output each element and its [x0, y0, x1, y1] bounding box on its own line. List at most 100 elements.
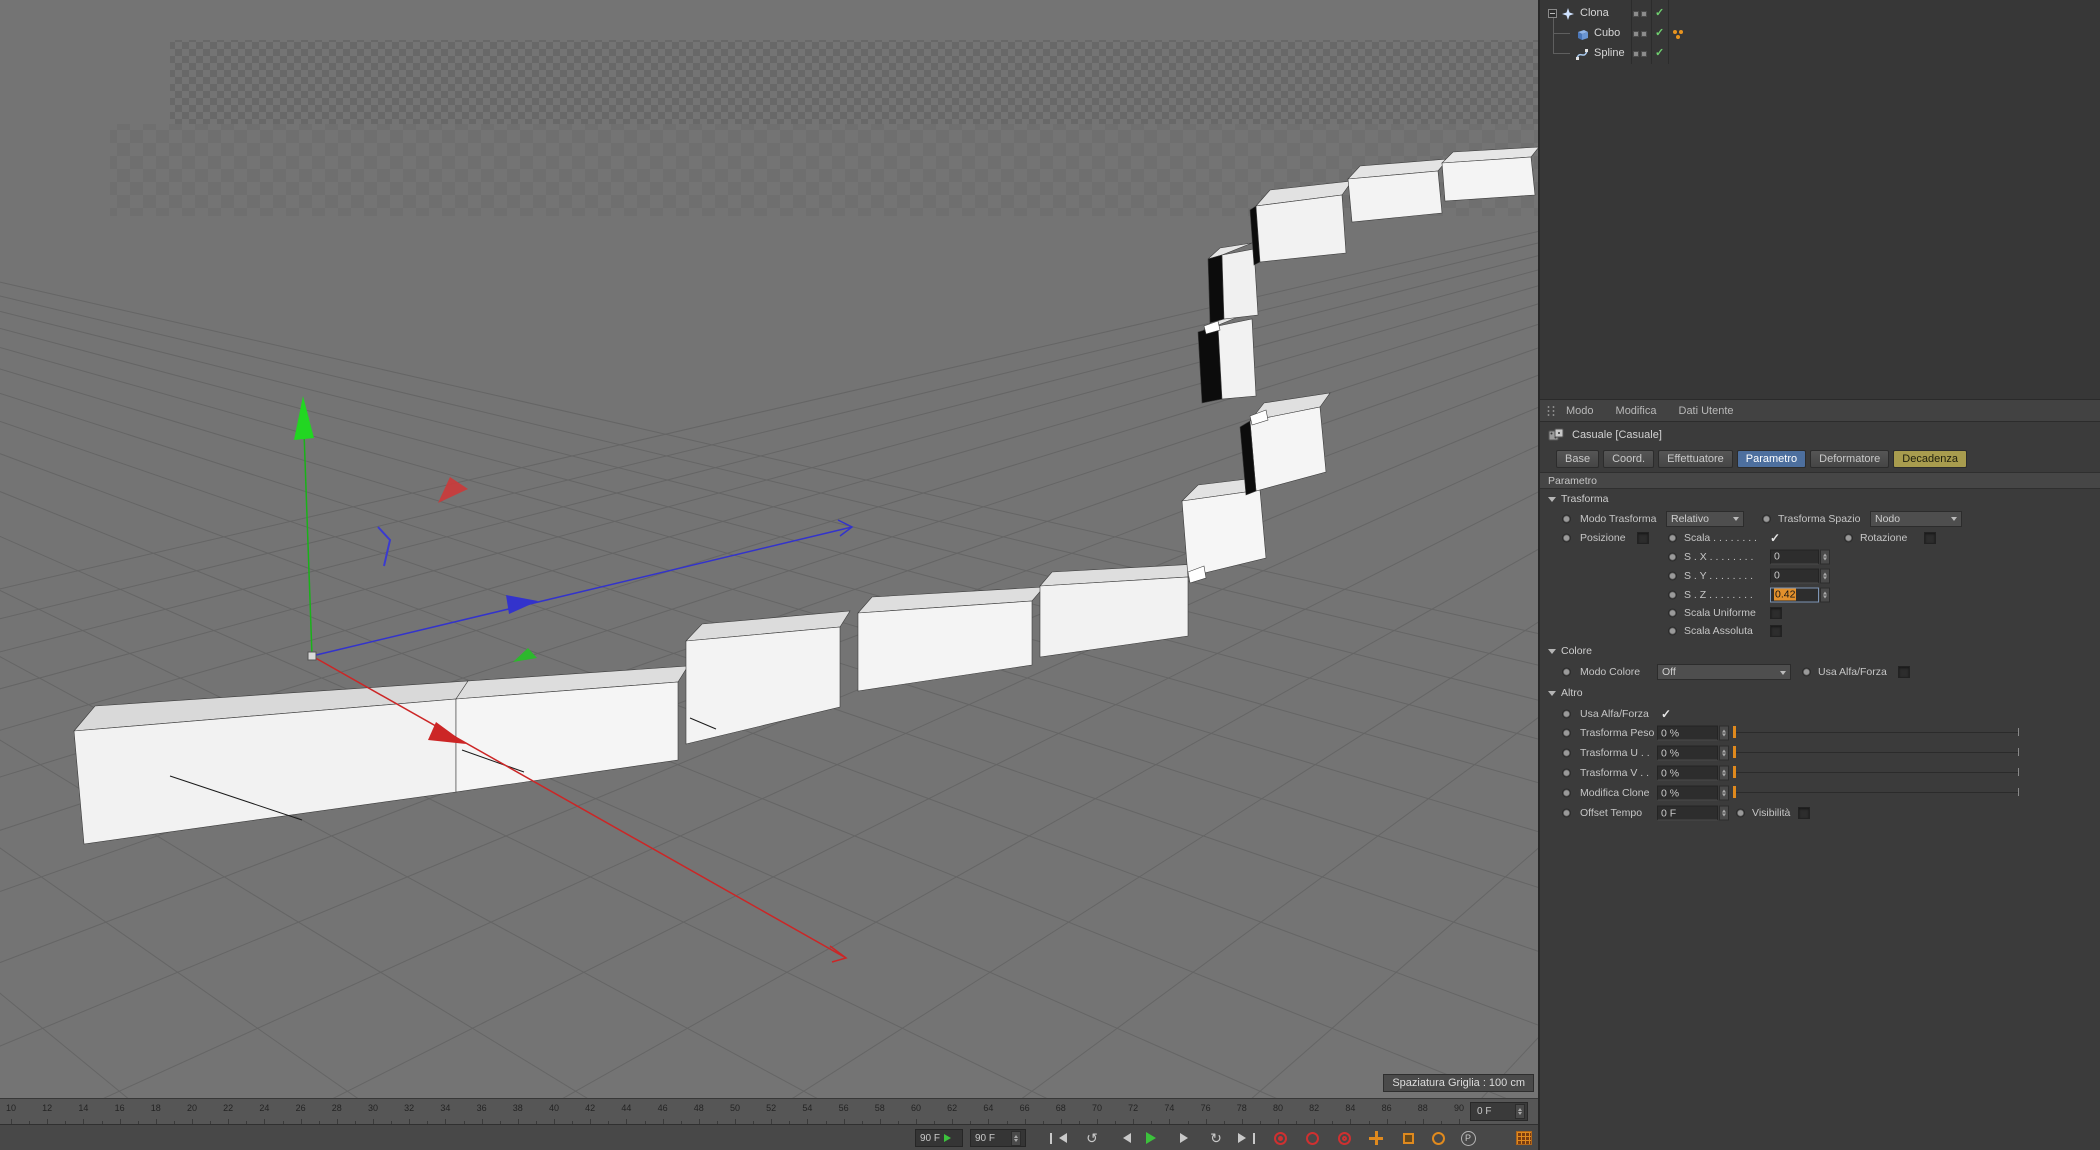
group-altro[interactable]: Altro	[1540, 682, 2100, 704]
anim-dot-icon[interactable]	[1668, 571, 1677, 580]
trasforma-v-stepper[interactable]	[1719, 766, 1729, 781]
enable-check-icon[interactable]: ✓	[1655, 46, 1664, 59]
goto-end-button[interactable]	[1232, 1128, 1260, 1148]
trasforma-u-field[interactable]: 0 %	[1657, 746, 1718, 761]
group-trasforma[interactable]: Trasforma	[1540, 489, 2100, 509]
anim-dot-icon[interactable]	[1562, 749, 1571, 758]
anim-dot-icon[interactable]	[1668, 552, 1677, 561]
sy-stepper[interactable]	[1820, 568, 1830, 583]
record-keyframe-button[interactable]	[1266, 1128, 1294, 1148]
anim-dot-icon[interactable]	[1668, 609, 1677, 618]
rotazione-checkbox[interactable]	[1924, 532, 1936, 544]
sy-field[interactable]: 0	[1770, 568, 1819, 583]
ruler-frame-stepper[interactable]	[1515, 1104, 1525, 1119]
scala-assoluta-checkbox[interactable]	[1770, 625, 1782, 637]
trasforma-spazio-dropdown[interactable]: Nodo	[1870, 511, 1962, 527]
panel-grip-icon[interactable]	[1546, 405, 1556, 417]
object-label[interactable]: Clona	[1580, 7, 1609, 19]
modifica-clone-stepper[interactable]	[1719, 786, 1729, 801]
modo-trasforma-dropdown[interactable]: Relativo	[1666, 511, 1744, 527]
previous-key-button[interactable]: ↺	[1078, 1128, 1106, 1148]
ruler-frame-field[interactable]: 0 F	[1470, 1102, 1528, 1121]
anim-dot-icon[interactable]	[1562, 809, 1571, 818]
scala-uniforme-checkbox[interactable]	[1770, 607, 1782, 619]
tab-effettuatore[interactable]: Effettuatore	[1658, 450, 1733, 468]
tab-decadenza[interactable]: Decadenza	[1893, 450, 1967, 468]
anim-dot-icon[interactable]	[1562, 533, 1571, 542]
visibility-dot[interactable]	[1633, 31, 1639, 37]
record-rotation-toggle[interactable]	[1424, 1128, 1452, 1148]
tab-parametro[interactable]: Parametro	[1737, 450, 1806, 468]
modifica-clone-field[interactable]: 0 %	[1657, 786, 1718, 801]
visibility-dot[interactable]	[1641, 51, 1647, 57]
expand-collapse-icon[interactable]	[1548, 9, 1557, 18]
keyframe-selection-button[interactable]	[1330, 1128, 1358, 1148]
anim-dot-icon[interactable]	[1844, 533, 1853, 542]
usa-alfa-colore-checkbox[interactable]	[1898, 666, 1910, 678]
anim-dot-icon[interactable]	[1562, 514, 1571, 523]
current-frame-field[interactable]: 90 F	[915, 1129, 963, 1147]
trasforma-peso-field[interactable]: 0 %	[1657, 726, 1718, 741]
menu-modo[interactable]: Modo	[1566, 405, 1594, 417]
visibility-dot[interactable]	[1633, 51, 1639, 57]
effector-tag-icon[interactable]	[1672, 28, 1684, 40]
object-label[interactable]: Spline	[1594, 47, 1625, 59]
sx-stepper[interactable]	[1820, 549, 1830, 564]
autokey-button[interactable]	[1298, 1128, 1326, 1148]
trasforma-peso-slider[interactable]	[1736, 732, 2018, 733]
tab-coord[interactable]: Coord.	[1603, 450, 1654, 468]
sz-field[interactable]: 0.42	[1770, 587, 1819, 602]
modifica-clone-slider[interactable]	[1736, 792, 2018, 793]
next-frame-button[interactable]	[1172, 1128, 1200, 1148]
trasforma-peso-stepper[interactable]	[1719, 726, 1729, 741]
tab-deformatore[interactable]: Deformatore	[1810, 450, 1889, 468]
gizmo-origin[interactable]	[308, 652, 316, 660]
tab-base[interactable]: Base	[1556, 450, 1599, 468]
posizione-checkbox[interactable]	[1637, 532, 1649, 544]
object-label[interactable]: Cubo	[1594, 27, 1620, 39]
anim-dot-icon[interactable]	[1802, 668, 1811, 677]
enable-check-icon[interactable]: ✓	[1655, 6, 1664, 19]
next-key-button[interactable]: ↻	[1202, 1128, 1230, 1148]
sz-stepper[interactable]	[1820, 587, 1830, 602]
goto-start-button[interactable]	[1044, 1128, 1072, 1148]
usa-alfa-checkbox[interactable]: ✓	[1661, 707, 1671, 721]
object-row-cubo[interactable]: Cubo ✓	[1540, 24, 2100, 44]
slider-handle[interactable]	[1733, 746, 1736, 758]
timeline-ruler[interactable]: 1012141618202224262830323436384042444648…	[0, 1098, 1538, 1124]
offset-tempo-stepper[interactable]	[1719, 806, 1729, 821]
trasforma-u-stepper[interactable]	[1719, 746, 1729, 761]
play-button[interactable]	[1140, 1128, 1168, 1148]
anim-dot-icon[interactable]	[1562, 769, 1571, 778]
object-row-spline[interactable]: Spline ✓	[1540, 44, 2100, 64]
menu-modifica[interactable]: Modifica	[1616, 405, 1657, 417]
visibilita-checkbox[interactable]	[1798, 807, 1810, 819]
modo-colore-dropdown[interactable]: Off	[1657, 664, 1791, 680]
previous-frame-button[interactable]	[1110, 1128, 1138, 1148]
anim-dot-icon[interactable]	[1562, 668, 1571, 677]
anim-dot-icon[interactable]	[1562, 729, 1571, 738]
visibility-dot[interactable]	[1641, 31, 1647, 37]
viewport-canvas[interactable]	[0, 0, 1538, 1098]
anim-dot-icon[interactable]	[1668, 590, 1677, 599]
trasforma-v-field[interactable]: 0 %	[1657, 766, 1718, 781]
enable-check-icon[interactable]: ✓	[1655, 26, 1664, 39]
sx-field[interactable]: 0	[1770, 549, 1819, 564]
slider-handle[interactable]	[1733, 766, 1736, 778]
offset-tempo-field[interactable]: 0 F	[1657, 806, 1718, 821]
record-scale-toggle[interactable]	[1394, 1128, 1422, 1148]
trasforma-v-slider[interactable]	[1736, 772, 2018, 773]
anim-dot-icon[interactable]	[1668, 533, 1677, 542]
menu-dati-utente[interactable]: Dati Utente	[1679, 405, 1734, 417]
scala-checkbox[interactable]: ✓	[1770, 531, 1780, 545]
visibility-dot[interactable]	[1641, 11, 1647, 17]
slider-handle[interactable]	[1733, 726, 1736, 738]
visibility-dot[interactable]	[1633, 11, 1639, 17]
anim-dot-icon[interactable]	[1736, 809, 1745, 818]
end-frame-stepper[interactable]	[1011, 1131, 1021, 1146]
record-parameter-toggle[interactable]: P	[1454, 1128, 1482, 1148]
anim-dot-icon[interactable]	[1668, 627, 1677, 636]
anim-dot-icon[interactable]	[1562, 789, 1571, 798]
object-row-clona[interactable]: Clona ✓	[1540, 4, 2100, 24]
anim-dot-icon[interactable]	[1562, 709, 1571, 718]
